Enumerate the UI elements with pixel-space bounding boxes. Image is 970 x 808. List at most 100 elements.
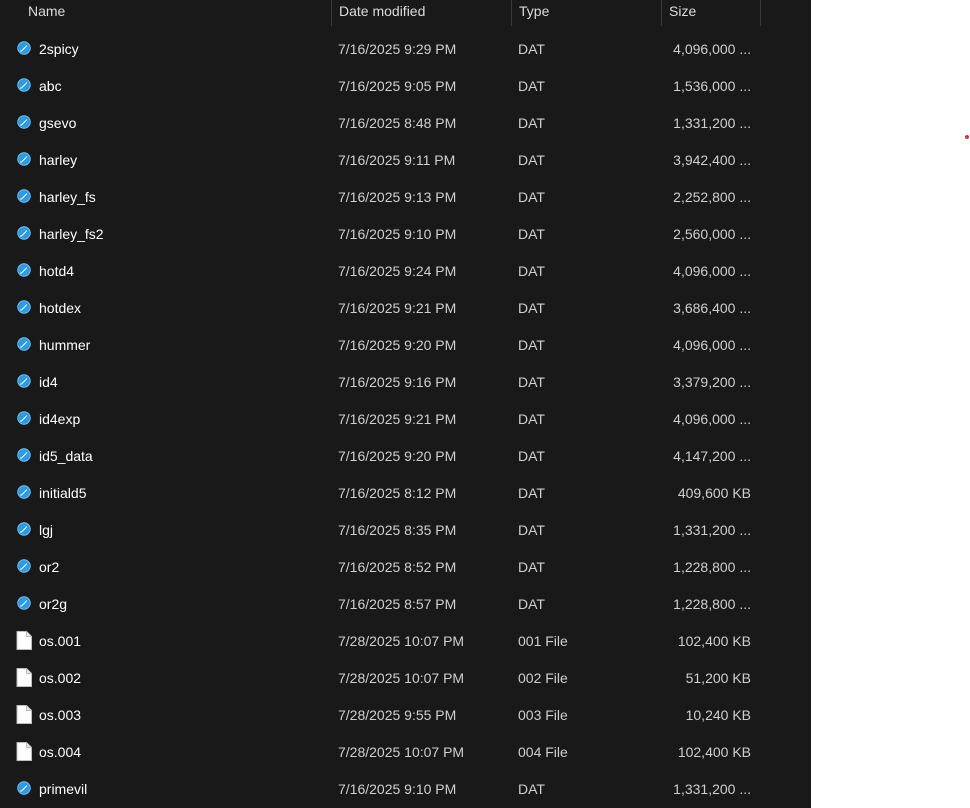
file-size: 4,096,000 ... bbox=[673, 41, 751, 57]
file-name: id4exp bbox=[39, 411, 81, 427]
file-size: 2,252,800 ... bbox=[673, 189, 751, 205]
file-type: DAT bbox=[518, 485, 545, 501]
dat-icon bbox=[17, 152, 31, 166]
file-row[interactable]: os.002 7/28/2025 10:07 PM 002 File 51,200 K… bbox=[0, 660, 811, 697]
file-type: DAT bbox=[518, 115, 545, 131]
indicator-dot bbox=[965, 135, 969, 139]
file-row[interactable]: harley 7/16/2025 9:11 PM DAT 3,942,400 ... bbox=[0, 142, 811, 179]
file-date-modified: 7/16/2025 9:21 PM bbox=[338, 411, 457, 427]
file-row[interactable]: 2spicy 7/16/2025 9:29 PM DAT 4,096,000 ... bbox=[0, 31, 811, 68]
dat-icon bbox=[17, 596, 31, 610]
file-row[interactable]: gsevo 7/16/2025 8:48 PM DAT 1,331,200 ... bbox=[0, 105, 811, 142]
file-type: DAT bbox=[518, 374, 545, 390]
dat-icon bbox=[17, 559, 31, 573]
file-type: DAT bbox=[518, 596, 545, 612]
file-name: id5_data bbox=[39, 448, 93, 464]
column-header-date-modified[interactable]: Date modified bbox=[331, 0, 510, 26]
file-size: 1,536,000 ... bbox=[673, 78, 751, 94]
file-size: 1,228,800 ... bbox=[673, 596, 751, 612]
file-type: DAT bbox=[518, 300, 545, 316]
file-row[interactable]: os.004 7/28/2025 10:07 PM 004 File 102,400 … bbox=[0, 734, 811, 771]
file-row[interactable]: os.003 7/28/2025 9:55 PM 003 File 10,240 KB bbox=[0, 697, 811, 734]
file-date-modified: 7/28/2025 10:07 PM bbox=[338, 633, 465, 649]
file-date-modified: 7/16/2025 8:52 PM bbox=[338, 559, 457, 575]
file-name: primevil bbox=[39, 781, 88, 797]
file-row[interactable]: abc 7/16/2025 9:05 PM DAT 1,536,000 ... bbox=[0, 68, 811, 105]
dat-icon bbox=[17, 78, 31, 92]
file-name: os.001 bbox=[39, 633, 82, 649]
file-name: id4 bbox=[39, 374, 58, 390]
file-name: or2g bbox=[39, 596, 68, 612]
file-type: DAT bbox=[518, 559, 545, 575]
file-date-modified: 7/16/2025 9:24 PM bbox=[338, 263, 457, 279]
file-row[interactable]: hummer 7/16/2025 9:20 PM DAT 4,096,000 ... bbox=[0, 327, 811, 364]
dat-icon bbox=[17, 115, 31, 129]
file-size: 3,379,200 ... bbox=[673, 374, 751, 390]
column-header-row: Name Date modified Type Size bbox=[0, 0, 811, 26]
file-type: DAT bbox=[518, 189, 545, 205]
file-list: 2spicy 7/16/2025 9:29 PM DAT 4,096,000 ... a… bbox=[0, 31, 811, 808]
column-header-size[interactable]: Size bbox=[661, 0, 761, 26]
file-type: 003 File bbox=[518, 707, 568, 723]
file-row[interactable]: lgj 7/16/2025 8:35 PM DAT 1,331,200 ... bbox=[0, 512, 811, 549]
file-row[interactable]: or2 7/16/2025 8:52 PM DAT 1,228,800 ... bbox=[0, 549, 811, 586]
file-size: 1,331,200 ... bbox=[673, 115, 751, 131]
file-row[interactable]: or2g 7/16/2025 8:57 PM DAT 1,228,800 ... bbox=[0, 586, 811, 623]
file-name: 2spicy bbox=[39, 41, 79, 57]
file-type: DAT bbox=[518, 226, 545, 242]
file-type: DAT bbox=[518, 41, 545, 57]
dat-icon bbox=[17, 781, 31, 795]
file-date-modified: 7/16/2025 8:12 PM bbox=[338, 485, 457, 501]
dat-icon bbox=[17, 485, 31, 499]
file-name: os.003 bbox=[39, 707, 82, 723]
file-row[interactable]: id4 7/16/2025 9:16 PM DAT 3,379,200 ... bbox=[0, 364, 811, 401]
file-name: hotdex bbox=[39, 300, 82, 316]
file-date-modified: 7/16/2025 9:10 PM bbox=[338, 781, 457, 797]
file-type: DAT bbox=[518, 448, 545, 464]
file-name: harley_fs bbox=[39, 189, 96, 205]
file-row[interactable]: hotd4 7/16/2025 9:24 PM DAT 4,096,000 ... bbox=[0, 253, 811, 290]
file-size: 4,096,000 ... bbox=[673, 263, 751, 279]
file-size: 1,331,200 ... bbox=[673, 522, 751, 538]
dat-icon bbox=[17, 189, 31, 203]
dat-icon bbox=[17, 522, 31, 536]
file-row[interactable]: harley_fs 7/16/2025 9:13 PM DAT 2,252,800 .… bbox=[0, 179, 811, 216]
file-icon bbox=[16, 742, 32, 761]
file-icon bbox=[16, 668, 32, 687]
file-date-modified: 7/28/2025 9:55 PM bbox=[338, 707, 457, 723]
file-date-modified: 7/16/2025 9:11 PM bbox=[338, 152, 456, 168]
file-row[interactable]: harley_fs2 7/16/2025 9:10 PM DAT 2,560,000 … bbox=[0, 216, 811, 253]
dat-icon bbox=[17, 448, 31, 462]
file-row[interactable]: os.001 7/28/2025 10:07 PM 001 File 102,400 … bbox=[0, 623, 811, 660]
file-date-modified: 7/16/2025 9:29 PM bbox=[338, 41, 457, 57]
file-row[interactable]: id4exp 7/16/2025 9:21 PM DAT 4,096,000 ... bbox=[0, 401, 811, 438]
file-date-modified: 7/16/2025 9:16 PM bbox=[338, 374, 457, 390]
file-size: 1,331,200 ... bbox=[673, 781, 751, 797]
dat-icon bbox=[17, 300, 31, 314]
file-type: DAT bbox=[518, 781, 545, 797]
file-date-modified: 7/16/2025 9:10 PM bbox=[338, 226, 457, 242]
file-name: or2 bbox=[39, 559, 60, 575]
file-date-modified: 7/16/2025 9:21 PM bbox=[338, 300, 457, 316]
file-icon bbox=[16, 705, 32, 724]
file-size: 4,096,000 ... bbox=[673, 411, 751, 427]
file-size: 51,200 KB bbox=[685, 670, 751, 686]
file-type: DAT bbox=[518, 78, 545, 94]
file-size: 1,228,800 ... bbox=[673, 559, 751, 575]
file-type: DAT bbox=[518, 522, 545, 538]
file-row[interactable]: initiald5 7/16/2025 8:12 PM DAT 409,600 KB bbox=[0, 475, 811, 512]
file-date-modified: 7/16/2025 9:20 PM bbox=[338, 448, 457, 464]
file-row[interactable]: hotdex 7/16/2025 9:21 PM DAT 3,686,400 ... bbox=[0, 290, 811, 327]
column-header-type[interactable]: Type bbox=[511, 0, 660, 26]
file-row[interactable]: primevil 7/16/2025 9:10 PM DAT 1,331,200 ..… bbox=[0, 771, 811, 808]
column-header-name[interactable]: Name bbox=[21, 0, 330, 26]
file-type: DAT bbox=[518, 263, 545, 279]
file-size: 102,400 KB bbox=[677, 633, 751, 649]
dat-icon bbox=[17, 337, 31, 351]
file-size: 4,147,200 ... bbox=[673, 448, 751, 464]
file-name: harley_fs2 bbox=[39, 226, 104, 242]
file-name: hotd4 bbox=[39, 263, 75, 279]
file-row[interactable]: id5_data 7/16/2025 9:20 PM DAT 4,147,200 ..… bbox=[0, 438, 811, 475]
file-name: harley bbox=[39, 152, 78, 168]
file-date-modified: 7/28/2025 10:07 PM bbox=[338, 670, 465, 686]
